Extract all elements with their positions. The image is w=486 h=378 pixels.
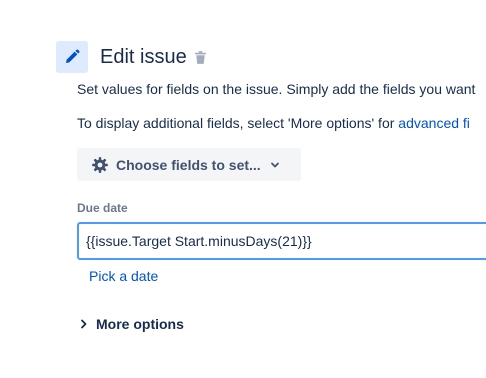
gear-icon — [91, 156, 109, 174]
pick-date-link[interactable]: Pick a date — [89, 268, 158, 284]
choose-fields-button[interactable]: Choose fields to set... — [77, 148, 301, 181]
description-text: Set values for fields on the issue. Simp… — [77, 81, 476, 97]
edit-issue-header: Edit issue — [56, 41, 206, 73]
choose-fields-label: Choose fields to set... — [116, 156, 261, 173]
chevron-right-icon — [79, 319, 88, 329]
trash-icon[interactable] — [194, 50, 206, 64]
page-title: Edit issue — [100, 45, 187, 68]
chevron-down-icon — [270, 160, 280, 170]
additional-fields-text: To display additional fields, select 'Mo… — [77, 115, 470, 131]
pencil-icon — [56, 41, 88, 73]
more-options-toggle[interactable]: More options — [79, 316, 184, 332]
additional-fields-prefix: To display additional fields, select 'Mo… — [77, 115, 399, 131]
advanced-link[interactable]: advanced fi — [398, 115, 470, 131]
more-options-label: More options — [96, 316, 184, 332]
due-date-label: Due date — [77, 201, 128, 215]
due-date-input[interactable]: {{issue.Target Start.minusDays(21)}} — [77, 222, 486, 260]
